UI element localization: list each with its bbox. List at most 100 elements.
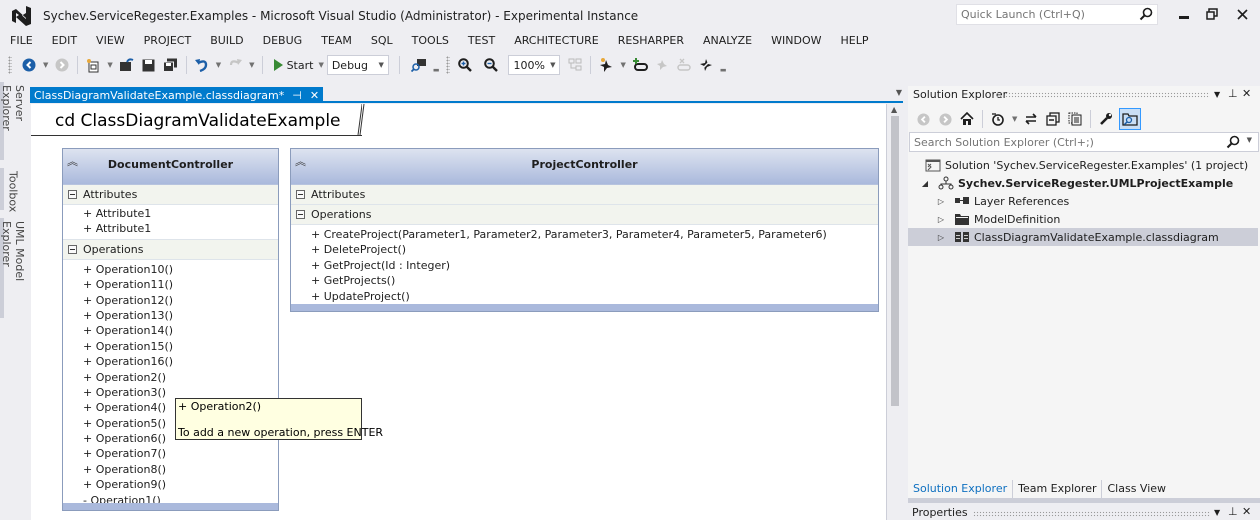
save-button[interactable] <box>140 54 158 76</box>
navigate-back-button[interactable] <box>20 54 38 76</box>
start-debugging-button[interactable]: Start <box>269 54 313 76</box>
operations-compartment-header[interactable]: Operations <box>63 239 278 260</box>
tree-item-model-definition[interactable]: ▷ ModelDefinition <box>908 210 1258 228</box>
tab-team-explorer[interactable]: Team Explorer <box>1013 480 1103 498</box>
restore-button[interactable] <box>1198 4 1226 24</box>
operation-item[interactable]: + GetProjects() <box>291 273 878 288</box>
quick-launch-box[interactable] <box>956 4 1158 25</box>
pin-tab-icon[interactable]: ⊣ <box>292 89 302 102</box>
menu-file[interactable]: FILE <box>0 32 42 50</box>
overflow-icon[interactable]: ▬ <box>433 66 440 74</box>
attributes-compartment-header[interactable]: Attributes <box>291 185 878 205</box>
close-panel-icon[interactable]: ✕ <box>1242 87 1251 100</box>
show-all-files-button[interactable] <box>1066 108 1084 130</box>
start-dropdown-icon[interactable]: ▼ <box>318 61 323 69</box>
back-dropdown-icon[interactable]: ▼ <box>43 61 48 69</box>
operation-item[interactable]: + Operation13() <box>63 308 278 323</box>
class-header[interactable]: ︽ DocumentController <box>63 149 278 185</box>
tab-uml-model-explorer[interactable]: UML Model Explorer <box>0 218 26 318</box>
attribute-item[interactable]: + Attribute1 <box>63 221 278 236</box>
zoom-level-select[interactable]: 100% ▼ <box>508 55 561 75</box>
operation-item[interactable]: + Operation15() <box>63 339 278 354</box>
operation-item[interactable]: + Operation8() <box>63 462 278 477</box>
save-all-button[interactable] <box>162 54 180 76</box>
tree-item-solution[interactable]: Solution 'Sychev.ServiceRegester.Example… <box>908 156 1258 174</box>
class-shape-project-controller[interactable]: ︽ ProjectController Attributes Operation… <box>290 148 879 312</box>
menu-architecture[interactable]: ARCHITECTURE <box>504 32 608 50</box>
tree-item-project[interactable]: ◢ Sychev.ServiceRegester.UMLProjectExamp… <box>908 174 1258 192</box>
se-forward-button[interactable] <box>936 108 954 130</box>
tab-overflow-dropdown-icon[interactable]: ▼ <box>896 88 902 97</box>
unlink-button[interactable] <box>675 54 693 76</box>
attribute-item[interactable]: + Attribute1 <box>63 206 278 221</box>
menu-tools[interactable]: TOOLS <box>402 32 458 50</box>
redo-dropdown-icon[interactable]: ▼ <box>249 61 254 69</box>
properties-button[interactable] <box>1097 108 1115 130</box>
operations-compartment-header[interactable]: Operations <box>291 205 878 225</box>
attributes-compartment-header[interactable]: Attributes <box>63 185 278 205</box>
collapse-compartment-icon[interactable] <box>296 210 305 219</box>
solution-search-box[interactable]: ▼ <box>909 132 1259 152</box>
solution-search-input[interactable] <box>910 133 1210 151</box>
home-button[interactable] <box>958 108 976 130</box>
diagram-vertical-scrollbar[interactable]: ▲ <box>888 104 902 520</box>
se-back-button[interactable] <box>914 108 932 130</box>
collapse-all-button[interactable] <box>1044 108 1062 130</box>
collapsed-triangle-icon[interactable]: ▷ <box>936 197 946 206</box>
scroll-up-icon[interactable]: ▲ <box>891 105 897 114</box>
zoom-out-button[interactable] <box>482 54 500 76</box>
menu-view[interactable]: VIEW <box>86 32 134 50</box>
filter-dropdown-icon[interactable]: ▼ <box>1012 115 1017 123</box>
pin-dropdown-icon[interactable]: ▼ <box>620 61 625 69</box>
new-pin-button[interactable] <box>597 54 615 76</box>
menu-team[interactable]: TEAM <box>311 32 361 50</box>
auto-hide-pin-icon[interactable]: ⊥ <box>1228 505 1238 518</box>
menu-test[interactable]: TEST <box>458 32 504 50</box>
search-icon[interactable] <box>1139 7 1153 21</box>
class-diagram-canvas[interactable]: cd ClassDiagramValidateExample ︽ Documen… <box>31 104 887 520</box>
toolbar-grip[interactable] <box>8 56 12 74</box>
expanded-triangle-icon[interactable]: ◢ <box>920 179 930 188</box>
panel-options-dropdown-icon[interactable]: ▼ <box>1214 508 1220 517</box>
tab-class-view[interactable]: Class View <box>1102 480 1171 498</box>
pending-changes-filter-button[interactable] <box>989 108 1007 130</box>
add-link-button[interactable] <box>631 54 649 76</box>
menu-resharper[interactable]: RESHARPER <box>608 32 693 50</box>
collapse-compartment-icon[interactable] <box>68 190 77 199</box>
collapse-compartment-icon[interactable] <box>68 244 77 254</box>
menu-window[interactable]: WINDOW <box>761 32 830 50</box>
menu-project[interactable]: PROJECT <box>134 32 201 50</box>
tab-solution-explorer[interactable]: Solution Explorer <box>908 480 1014 498</box>
search-icon[interactable] <box>1226 135 1240 149</box>
operation-item[interactable]: + Operation14() <box>63 323 278 338</box>
operation-item[interactable]: + Operation12() <box>63 293 278 308</box>
minimize-button[interactable] <box>1170 4 1198 24</box>
document-tab[interactable]: ClassDiagramValidateExample.classdiagram… <box>30 87 324 103</box>
configuration-select[interactable]: Debug ▼ <box>326 55 389 75</box>
layout-diagram-button[interactable] <box>566 54 584 76</box>
new-project-button[interactable] <box>84 54 102 76</box>
undo-dropdown-icon[interactable]: ▼ <box>216 61 221 69</box>
pin-button[interactable] <box>653 54 671 76</box>
close-window-button[interactable] <box>1228 4 1256 24</box>
undo-button[interactable] <box>193 54 211 76</box>
open-file-button[interactable] <box>118 54 136 76</box>
operation-item[interactable]: + Operation7() <box>63 446 278 461</box>
sync-with-document-button[interactable] <box>1022 108 1040 130</box>
tab-server-explorer[interactable]: Server Explorer <box>0 82 26 162</box>
overflow-icon[interactable]: ▬ <box>720 66 727 74</box>
operation-item[interactable]: + CreateProject(Parameter1, Parameter2, … <box>291 227 878 242</box>
search-options-dropdown-icon[interactable]: ▼ <box>1247 136 1252 144</box>
operation-item[interactable]: + Operation16() <box>63 354 278 369</box>
operation-item[interactable]: + GetProject(Id : Integer) <box>291 258 878 273</box>
collapsed-triangle-icon[interactable]: ▷ <box>936 215 946 224</box>
tree-item-layer-references[interactable]: ▷ Layer References <box>908 192 1258 210</box>
navigate-forward-button[interactable] <box>53 54 71 76</box>
auto-hide-pin-icon[interactable]: ⊥ <box>1228 87 1238 100</box>
operation-item[interactable]: + Operation9() <box>63 477 278 492</box>
collapsed-triangle-icon[interactable]: ▷ <box>936 233 946 242</box>
zoom-in-button[interactable] <box>456 54 474 76</box>
panel-drag-handle[interactable] <box>973 511 1210 517</box>
menu-sql[interactable]: SQL <box>361 32 402 50</box>
close-tab-icon[interactable]: ✕ <box>310 89 319 102</box>
